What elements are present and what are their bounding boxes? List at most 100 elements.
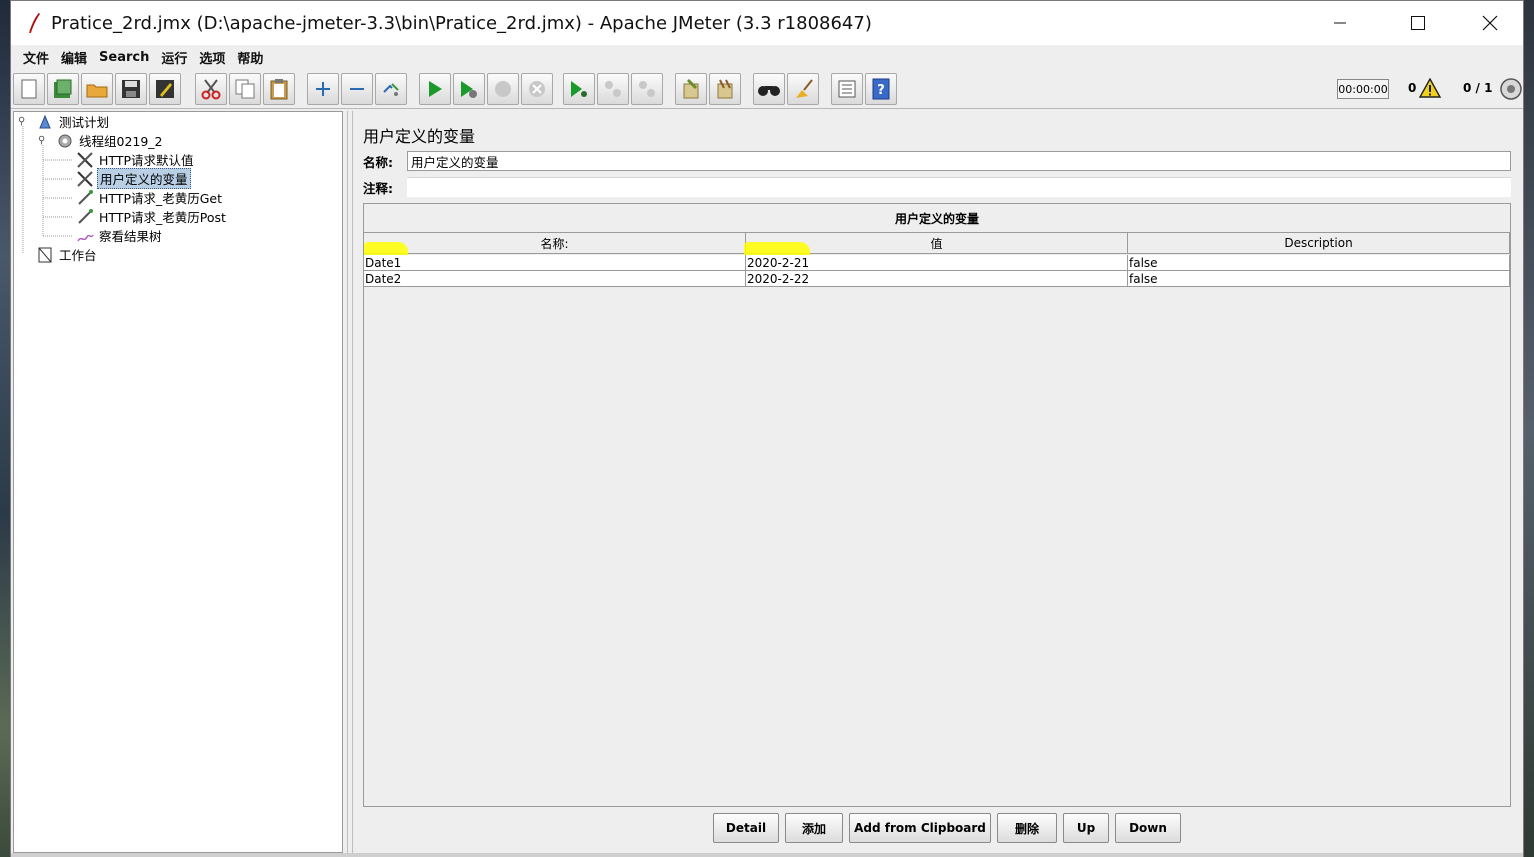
menu-file[interactable]: 文件 bbox=[17, 48, 55, 67]
clear-button[interactable] bbox=[675, 73, 707, 105]
cell-description[interactable]: false bbox=[1128, 271, 1510, 286]
tree-toggle-test-plan[interactable]: ⚲ bbox=[18, 117, 28, 127]
config-element-icon bbox=[76, 170, 94, 188]
cell-name[interactable]: Date2 bbox=[364, 271, 746, 286]
sampler-icon bbox=[76, 189, 94, 207]
cut-button[interactable] bbox=[195, 73, 227, 105]
remote-stop-icon bbox=[605, 81, 621, 97]
tree-node-thread-group[interactable]: 线程组0219_2 bbox=[56, 131, 165, 150]
svg-text:?: ? bbox=[877, 83, 885, 98]
paste-button[interactable] bbox=[263, 73, 295, 105]
cell-value[interactable]: 2020-2-22 bbox=[746, 271, 1128, 286]
toggle-icon bbox=[383, 83, 399, 96]
shutdown-button[interactable] bbox=[521, 73, 553, 105]
clear-all-icon bbox=[717, 79, 733, 99]
tree-node-label: 工作台 bbox=[59, 248, 97, 263]
cut-icon bbox=[201, 79, 221, 100]
menu-run[interactable]: 运行 bbox=[155, 48, 193, 67]
toggle-button[interactable] bbox=[375, 73, 407, 105]
remote-stop-all-button[interactable] bbox=[597, 73, 629, 105]
remote-start-icon bbox=[571, 81, 587, 97]
open-button[interactable] bbox=[81, 73, 113, 105]
new-button[interactable] bbox=[13, 73, 45, 105]
jmeter-feather-icon bbox=[23, 12, 45, 34]
column-header-description[interactable]: Description bbox=[1128, 233, 1510, 253]
title-bar[interactable]: Pratice_2rd.jmx (D:\apache-jmeter-3.3\bi… bbox=[11, 1, 1523, 45]
comment-input[interactable] bbox=[407, 177, 1511, 197]
table-caption: 用户定义的变量 bbox=[894, 212, 979, 226]
tree-node-label: HTTP请求_老黄历Post bbox=[99, 210, 226, 225]
function-helper-button[interactable] bbox=[831, 73, 863, 105]
tree-node-user-defined-vars[interactable]: 用户定义的变量 bbox=[76, 168, 191, 189]
thread-group-icon bbox=[56, 132, 74, 150]
workbench-icon bbox=[36, 246, 54, 264]
search-icon bbox=[758, 86, 780, 96]
up-button[interactable]: Up bbox=[1063, 813, 1109, 843]
table-row[interactable]: Date1 2020-2-21 false bbox=[364, 255, 1510, 271]
desktop-background-left bbox=[0, 0, 10, 857]
panel-title: 用户定义的变量 bbox=[363, 127, 476, 146]
table-header: 名称: 值 Description bbox=[364, 232, 1510, 254]
menu-edit[interactable]: 编辑 bbox=[55, 48, 93, 67]
open-icon bbox=[86, 84, 108, 98]
menu-help[interactable]: 帮助 bbox=[231, 48, 269, 67]
search-button[interactable] bbox=[753, 73, 785, 105]
tree-node-label: 线程组0219_2 bbox=[79, 134, 163, 149]
copy-icon bbox=[235, 79, 255, 99]
table-row[interactable]: Date2 2020-2-22 false bbox=[364, 271, 1510, 287]
tree-node-workbench[interactable]: 工作台 bbox=[36, 245, 99, 264]
tree-node-http-get[interactable]: HTTP请求_老黄历Get bbox=[76, 188, 224, 207]
save-as-icon bbox=[156, 80, 174, 98]
tree-node-results-tree[interactable]: 察看结果树 bbox=[76, 226, 164, 245]
cell-name[interactable]: Date1 bbox=[364, 255, 746, 270]
remote-start-all-button[interactable] bbox=[563, 73, 595, 105]
save-button[interactable] bbox=[115, 73, 147, 105]
window-title: Pratice_2rd.jmx (D:\apache-jmeter-3.3\bi… bbox=[51, 12, 872, 34]
add-from-clipboard-button[interactable]: Add from Clipboard bbox=[849, 813, 991, 843]
config-element-icon bbox=[76, 151, 94, 169]
menu-search[interactable]: Search bbox=[93, 50, 155, 65]
menu-options[interactable]: 选项 bbox=[193, 48, 231, 67]
tree-node-http-defaults[interactable]: HTTP请求默认值 bbox=[76, 150, 196, 169]
expand-all-button[interactable] bbox=[307, 73, 339, 105]
collapse-all-button[interactable] bbox=[341, 73, 373, 105]
column-header-name[interactable]: 名称: bbox=[364, 233, 746, 253]
maximize-button[interactable] bbox=[1383, 1, 1453, 45]
down-button[interactable]: Down bbox=[1115, 813, 1181, 843]
tree-node-http-post[interactable]: HTTP请求_老黄历Post bbox=[76, 207, 228, 226]
cell-value[interactable]: 2020-2-21 bbox=[746, 255, 1128, 270]
listener-icon bbox=[76, 227, 94, 245]
copy-button[interactable] bbox=[229, 73, 261, 105]
menu-bar: 文件 编辑 Search 运行 选项 帮助 bbox=[11, 45, 1523, 69]
cell-description[interactable]: false bbox=[1128, 255, 1510, 270]
tree-node-label: HTTP请求默认值 bbox=[99, 153, 194, 168]
reset-search-icon bbox=[796, 79, 813, 98]
tree-node-test-plan[interactable]: 测试计划 bbox=[36, 112, 111, 131]
start-icon bbox=[429, 81, 442, 97]
tree-node-label: 测试计划 bbox=[59, 115, 110, 130]
reset-search-button[interactable] bbox=[787, 73, 819, 105]
tree-toggle-thread-group[interactable]: ⚲ bbox=[38, 136, 48, 146]
warning-icon[interactable] bbox=[1418, 77, 1442, 101]
help-button[interactable]: ? bbox=[865, 73, 897, 105]
clear-all-button[interactable] bbox=[709, 73, 741, 105]
close-button[interactable] bbox=[1455, 1, 1525, 45]
function-helper-icon bbox=[838, 80, 856, 98]
name-input[interactable] bbox=[407, 151, 1511, 171]
remote-shutdown-all-button[interactable] bbox=[631, 73, 663, 105]
detail-button[interactable]: Detail bbox=[713, 813, 779, 843]
collapse-icon bbox=[350, 88, 364, 90]
tree-node-label: 察看结果树 bbox=[99, 229, 162, 244]
save-as-button[interactable] bbox=[149, 73, 181, 105]
stop-button[interactable] bbox=[487, 73, 519, 105]
table-button-row: Detail 添加 Add from Clipboard 删除 Up Down bbox=[353, 813, 1523, 843]
pane-splitter[interactable] bbox=[345, 111, 353, 853]
start-button[interactable] bbox=[419, 73, 451, 105]
test-plan-icon bbox=[36, 113, 54, 131]
templates-button[interactable] bbox=[47, 73, 79, 105]
add-button[interactable]: 添加 bbox=[785, 813, 843, 843]
start-no-pauses-button[interactable] bbox=[453, 73, 485, 105]
minimize-button[interactable] bbox=[1305, 1, 1375, 45]
comment-field-row: 注释: bbox=[363, 177, 1511, 197]
delete-button[interactable]: 删除 bbox=[997, 813, 1057, 843]
